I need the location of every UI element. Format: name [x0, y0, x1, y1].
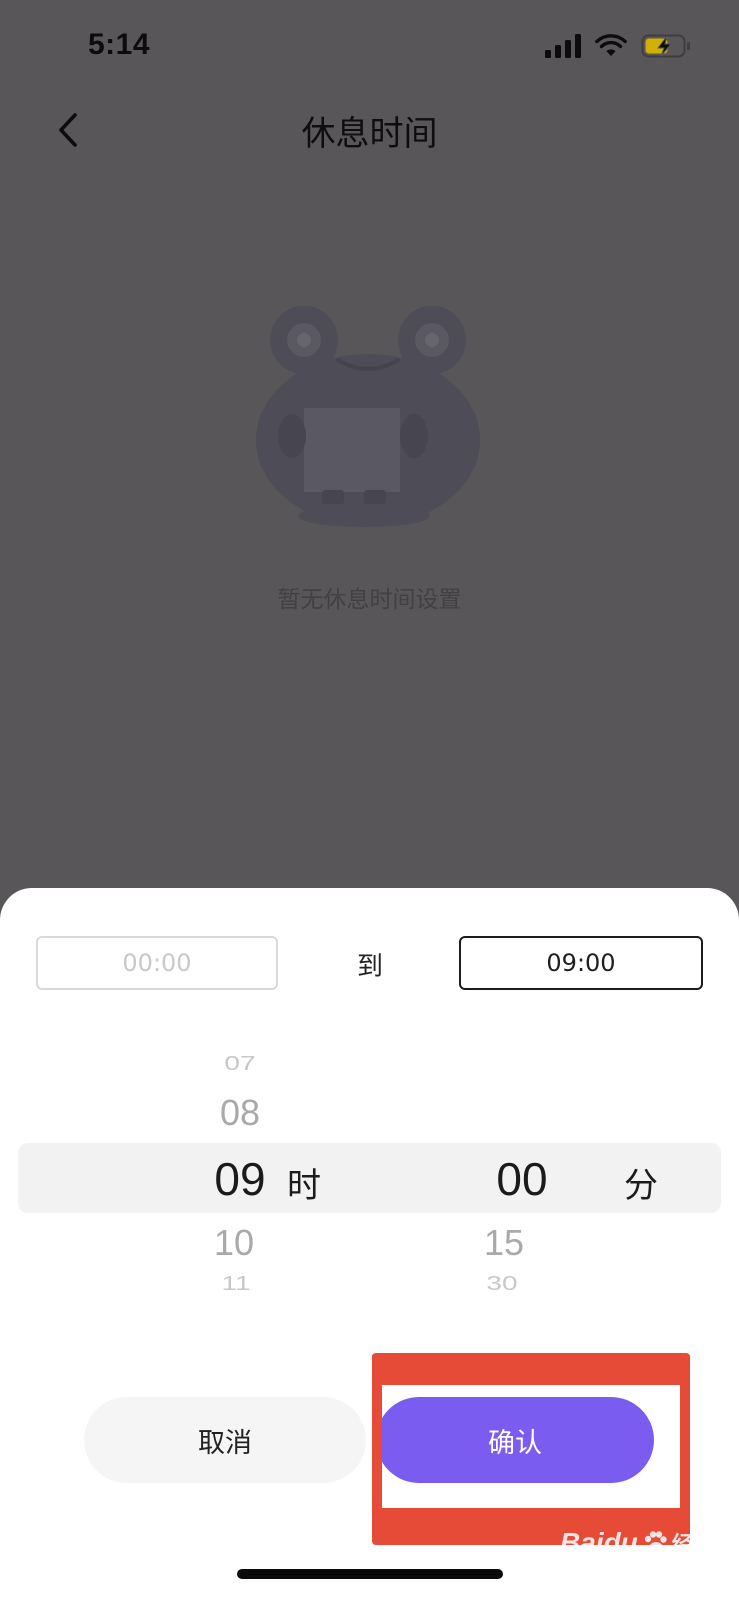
- hour-option[interactable]: 10: [194, 1222, 274, 1264]
- status-bar: 5:14: [0, 0, 739, 100]
- hour-option[interactable]: 07: [200, 1052, 280, 1075]
- status-icons: [545, 34, 691, 58]
- hour-option[interactable]: 11: [196, 1272, 276, 1295]
- hour-unit-label: 时: [287, 1166, 321, 1206]
- baidu-watermark: Baidu 经验: [560, 1527, 716, 1559]
- signal-icon: [545, 34, 581, 58]
- hour-option-selected[interactable]: 09: [178, 1152, 302, 1206]
- minute-unit-label: 分: [624, 1166, 658, 1206]
- battery-charging-icon: [641, 34, 690, 58]
- minute-option-selected[interactable]: 00: [460, 1152, 584, 1206]
- minute-option[interactable]: 15: [464, 1222, 544, 1264]
- time-range-separator: 到: [356, 952, 383, 982]
- wifi-icon: [595, 34, 627, 56]
- cancel-button[interactable]: 取消: [84, 1397, 366, 1483]
- frog-mascot-illustration: [256, 306, 480, 527]
- start-time-field[interactable]: 00:00: [36, 936, 278, 990]
- hour-option[interactable]: 08: [200, 1092, 280, 1134]
- watermark-brand: Baidu: [560, 1527, 638, 1558]
- status-time: 5:14: [88, 28, 151, 61]
- picker-selection-highlight: [18, 1143, 721, 1213]
- confirm-button[interactable]: 确认: [376, 1397, 654, 1483]
- time-picker-sheet: [0, 888, 739, 1600]
- minute-option[interactable]: 30: [462, 1272, 542, 1295]
- watermark-brand-cn: 经验: [671, 1532, 716, 1557]
- nav-bar: 休息时间: [0, 90, 739, 170]
- home-indicator[interactable]: [237, 1569, 503, 1579]
- empty-state-message: 暂无休息时间设置: [277, 587, 462, 613]
- end-time-field[interactable]: 09:00: [459, 936, 703, 990]
- page-title: 休息时间: [301, 114, 438, 154]
- watermark-domain: jingyan.baidu.com: [570, 1574, 672, 1587]
- paw-icon: [644, 1531, 667, 1554]
